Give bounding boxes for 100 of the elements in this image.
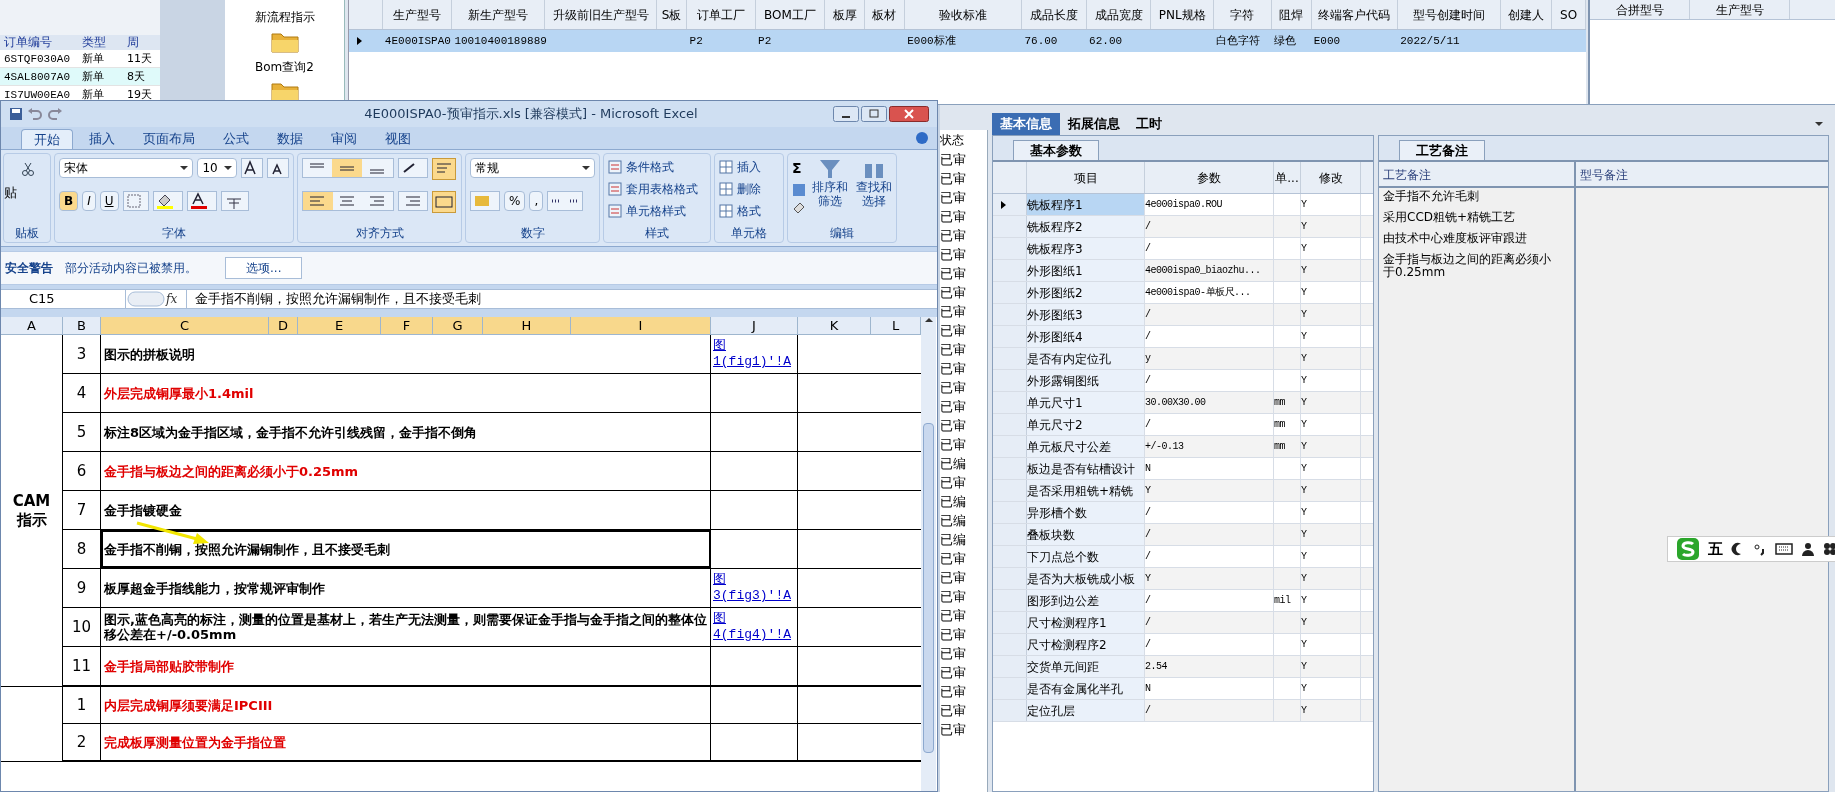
order-row[interactable]: 6STQF030A0 新单 11天 [0, 50, 160, 68]
scrollbar-thumb[interactable] [923, 423, 934, 753]
param-row[interactable]: 是否有内定位孔 y Y [993, 348, 1373, 370]
column-header[interactable]: PNL规格 [1151, 0, 1215, 29]
param-row[interactable]: 铣板程序1 4e000ispa0.ROU Y [993, 194, 1373, 216]
redo-icon[interactable] [47, 107, 63, 121]
ribbon-tab[interactable]: 开始 [21, 129, 73, 149]
ribbon-tab[interactable]: 页面布局 [131, 129, 207, 149]
dropdown-arrow-icon[interactable] [180, 165, 189, 171]
table-cell[interactable]: 内层完成铜厚须要满足IPCIII [101, 687, 711, 723]
column-header[interactable]: 升级前旧生产型号 [544, 0, 658, 29]
ribbon-tab[interactable]: 审阅 [319, 129, 369, 149]
param-row[interactable]: 异形槽个数 / Y [993, 502, 1373, 524]
product-row[interactable]: 4E000ISPA0 10010400189889 P2 P2 E000标准 76.00 62.00 白色字符 绿色 E000 2022/5/11 [349, 30, 1586, 52]
italic-button[interactable]: I [82, 191, 96, 211]
percent-button[interactable]: % [504, 191, 526, 211]
column-header[interactable]: 创建人 [1501, 0, 1553, 29]
param-row[interactable]: 单元尺寸1 30.00X30.00 mm Y [993, 392, 1373, 414]
table-cell[interactable]: 图示,蓝色高亮的标注，测量的位置是基材上，若生产无法测量，则需要保证金手指与金手指之间的整体位移公差在+/-0.05mm [101, 608, 711, 646]
table-cell[interactable]: 标注8区域为金手指区域，金手指不允许引线残留，金手指不倒角 [101, 413, 711, 451]
merge-cells-icon[interactable] [432, 191, 456, 213]
table-cell[interactable]: 金手指局部贴胶带制作 [101, 647, 711, 685]
dropdown-arrow-icon[interactable] [1815, 121, 1823, 127]
param-row[interactable]: 铣板程序2 / Y [993, 216, 1373, 238]
column-header[interactable]: SO [1552, 0, 1586, 29]
param-row[interactable]: 外形图纸1 4e000ispa0_biaozhu... Y [993, 260, 1373, 282]
input-mode[interactable]: 五 [1708, 537, 1723, 561]
font-shrink-icon[interactable] [267, 158, 289, 178]
column-header[interactable]: 订单编号 [0, 35, 78, 50]
column-header[interactable]: 新生产型号 [452, 0, 545, 29]
column-header[interactable]: 工艺备注 [1379, 162, 1574, 188]
column-header[interactable]: 字符 [1214, 0, 1272, 29]
tree-item[interactable]: Bom查询2 [255, 58, 314, 76]
column-header[interactable]: H [483, 317, 571, 334]
tab[interactable]: 基本信息 [992, 113, 1060, 135]
param-row[interactable]: 下刀点总个数 / Y [993, 546, 1373, 568]
help-icon[interactable] [915, 131, 929, 145]
wrap-text-icon[interactable] [432, 158, 456, 180]
insert-function-button[interactable]: fx [166, 290, 186, 308]
font-name-field[interactable]: 宋体 [59, 158, 194, 178]
column-header[interactable]: 板材 [865, 0, 905, 29]
hyperlink[interactable]: 图1(fig1)'!A [713, 338, 795, 370]
name-box[interactable]: C15 [1, 290, 126, 308]
editing-button[interactable]: 排序和筛选 [810, 180, 850, 208]
param-row[interactable]: 外形图纸4 / Y [993, 326, 1373, 348]
fill-color-icon[interactable] [152, 191, 183, 211]
minimize-icon[interactable] [833, 106, 859, 122]
column-header[interactable]: 验收标准 [904, 0, 1023, 29]
number-format-field[interactable]: 常规 [470, 158, 595, 178]
param-row[interactable]: 单元尺寸2 / mm Y [993, 414, 1373, 436]
param-row[interactable]: 是否有金属化半孔 N Y [993, 678, 1373, 700]
table-cell[interactable]: 图示的拼板说明 [101, 335, 711, 373]
column-header[interactable]: 类型 [78, 35, 123, 50]
table-cell[interactable]: 金手指镀硬金 [101, 491, 711, 529]
bold-button[interactable]: B [59, 191, 79, 211]
column-header[interactable]: BOM工厂 [755, 0, 826, 29]
param-row[interactable]: 叠板块数 / Y [993, 524, 1373, 546]
ribbon-tab[interactable]: 插入 [77, 129, 127, 149]
dropdown-arrow-icon[interactable] [582, 165, 590, 171]
scissors-icon[interactable] [21, 162, 35, 176]
cells-button[interactable]: 插入 [737, 158, 761, 176]
paste-button[interactable]: 贴 [4, 162, 17, 200]
panel-tab[interactable]: 工艺备注 [1399, 140, 1485, 160]
save-icon[interactable] [9, 107, 23, 121]
column-header[interactable]: 成品宽度 [1086, 0, 1152, 29]
param-row[interactable]: 尺寸检测程序2 / Y [993, 634, 1373, 656]
column-header[interactable]: 修改 [1301, 162, 1361, 193]
tree-item[interactable]: 新流程指示 [254, 8, 315, 26]
style-button[interactable]: 条件格式 [626, 158, 674, 176]
param-row[interactable]: 是否采用粗铣+精铣 Y Y [993, 480, 1373, 502]
param-row[interactable]: 外形露铜图纸 / Y [993, 370, 1373, 392]
column-header[interactable]: K [798, 317, 871, 334]
ribbon-tab[interactable]: 公式 [211, 129, 261, 149]
column-header[interactable]: 项目 [1027, 162, 1145, 193]
column-header[interactable]: 成品长度 [1022, 0, 1087, 29]
param-row[interactable]: 外形图纸3 / Y [993, 304, 1373, 326]
autosum-button[interactable]: Σ [792, 158, 806, 179]
param-row[interactable]: 板边是否有钻槽设计 N Y [993, 458, 1373, 480]
hyperlink[interactable]: 图3(fig3)'!A [713, 572, 795, 604]
dropdown-arrow-icon[interactable] [224, 165, 233, 171]
options-button[interactable]: 选项... [225, 257, 303, 279]
column-header[interactable]: A [1, 317, 63, 334]
table-cell[interactable]: 板厚超金手指线能力，按常规评审制作 [101, 569, 711, 607]
column-header[interactable]: I [571, 317, 711, 334]
column-header[interactable]: 板厚 [825, 0, 866, 29]
cells-button[interactable]: 删除 [737, 180, 761, 198]
dropdown-arrow-icon[interactable] [924, 317, 933, 323]
param-row[interactable]: 单元板尺寸公差 +/-0.13 mm Y [993, 436, 1373, 458]
column-header[interactable]: 周 [123, 35, 160, 50]
param-row[interactable]: 定位孔层 / Y [993, 700, 1373, 722]
param-row[interactable]: 交货单元间距 2.54 Y [993, 656, 1373, 678]
tab[interactable]: 工时 [1128, 113, 1170, 135]
column-header[interactable]: S板 [657, 0, 688, 29]
column-header[interactable]: C [101, 317, 269, 334]
close-icon[interactable] [889, 106, 929, 122]
table-cell[interactable]: 完成板厚测量位置为金手指位置 [101, 724, 711, 760]
column-header[interactable]: F [381, 317, 433, 334]
column-header[interactable]: 阻焊 [1271, 0, 1312, 29]
column-header[interactable]: 生产型号 [1690, 0, 1790, 19]
eraser-icon[interactable] [792, 201, 806, 213]
